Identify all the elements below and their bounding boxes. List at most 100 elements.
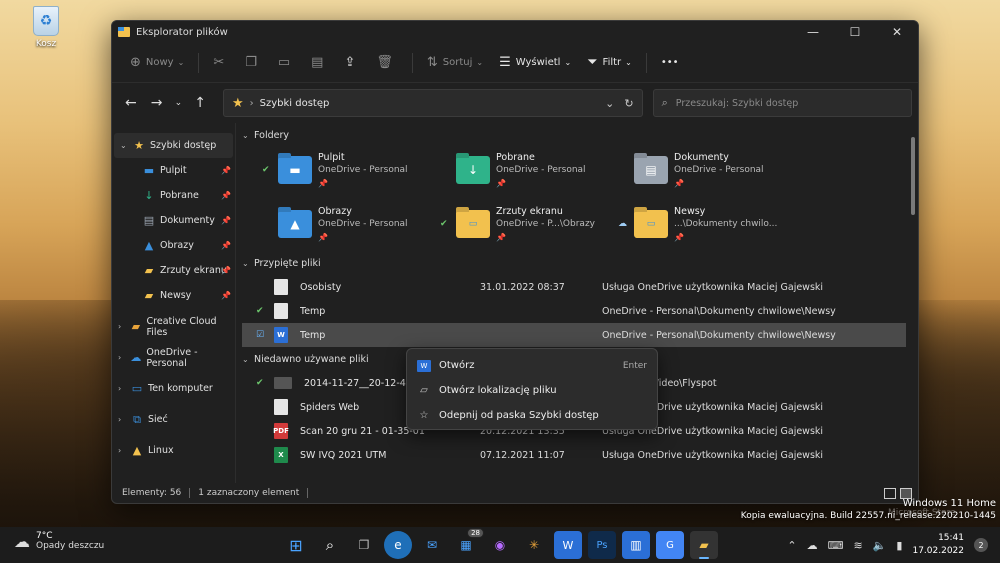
file-name: Osobisty	[300, 281, 342, 293]
task-view-icon[interactable]: ❐	[350, 531, 378, 559]
edge-icon[interactable]: e	[384, 531, 412, 559]
address-bar[interactable]: ★ › Szybki dostęp ⌄ ↻	[222, 89, 643, 117]
copy-button[interactable]: ❐	[237, 48, 270, 78]
folder-tile-pictures[interactable]: ▲ Obrazy OneDrive - Personal 📌	[262, 201, 440, 247]
menu-item-label: Otwórz lokalizację pliku	[439, 385, 557, 396]
menu-item-open[interactable]: W Otwórz Enter	[407, 353, 657, 378]
up-button[interactable]: ↑	[187, 90, 213, 116]
sidebar-item-screenshots[interactable]: ▰ Zrzuty ekranu 📌	[112, 258, 235, 283]
outlook-icon[interactable]: ▦ 28	[452, 528, 484, 559]
notification-count[interactable]: 2	[974, 538, 988, 552]
desktop-icon: ▬	[278, 156, 312, 184]
title-bar[interactable]: Eksplorator plików — ☐ ✕	[112, 21, 918, 43]
menu-item-unpin[interactable]: ☆ Odepnij od paska Szybki dostęp	[407, 403, 657, 428]
chevron-right-icon[interactable]: ›	[118, 384, 130, 393]
file-row-selected[interactable]: ☑ W Temp OneDrive - Personal\Dokumenty c…	[242, 323, 906, 347]
chevron-right-icon[interactable]: ›	[118, 446, 130, 455]
search-input[interactable]	[675, 97, 903, 109]
sidebar-item-creative-cloud[interactable]: › ▰ Creative Cloud Files	[112, 314, 235, 339]
menu-item-label: Otwórz	[439, 360, 475, 371]
sidebar-item-pictures[interactable]: ▲ Obrazy 📌	[112, 233, 235, 258]
start-icon[interactable]: ⊞	[282, 531, 310, 559]
search-icon[interactable]: ⌕	[316, 531, 344, 559]
folder-tile-desktop[interactable]: ✔ ▬ Pulpit OneDrive - Personal 📌	[262, 147, 440, 193]
sidebar-item-this-pc[interactable]: › ▭ Ten komputer	[112, 376, 235, 401]
minimize-button[interactable]: —	[792, 21, 834, 43]
sidebar-item-quick-access[interactable]: ⌄ ★ Szybki dostęp	[114, 133, 233, 158]
view-button[interactable]: ☰ Wyświetl ⌄	[491, 48, 579, 78]
folder-tile-downloads[interactable]: ↓ Pobrane OneDrive - Personal 📌	[440, 147, 618, 193]
plus-circle-icon: ⊕	[130, 55, 141, 70]
more-button[interactable]: •••	[653, 48, 687, 78]
mail-icon[interactable]: ✉	[418, 531, 446, 559]
clock[interactable]: 15:41 17.02.2022	[912, 532, 964, 558]
volume-icon[interactable]: 🔈	[873, 539, 887, 552]
file-row[interactable]: ✔ Temp OneDrive - Personal\Dokumenty chw…	[242, 299, 918, 323]
file-location: OneDrive - Personal\Dokumenty chwilowe\N…	[602, 305, 836, 317]
close-button[interactable]: ✕	[876, 21, 918, 43]
sidebar-item-onedrive[interactable]: › ☁ OneDrive - Personal	[112, 345, 235, 370]
chevron-right-icon[interactable]: ›	[118, 353, 129, 362]
chevron-up-icon[interactable]: ⌃	[787, 539, 796, 552]
sidebar-item-label: Pulpit	[160, 165, 187, 176]
section-title: Foldery	[254, 129, 289, 141]
details-view-icon[interactable]	[884, 487, 896, 499]
sort-button[interactable]: ⇅ Sortuj ⌄	[419, 48, 491, 78]
onedrive-icon[interactable]: ☁	[807, 539, 818, 552]
wifi-icon[interactable]: ≋	[853, 539, 862, 552]
folder-tile-documents[interactable]: ▤ Dokumenty OneDrive - Personal 📌	[618, 147, 796, 193]
share-button[interactable]: ⇪	[336, 48, 368, 78]
maximize-button[interactable]: ☐	[834, 21, 876, 43]
sort-label: Sortuj	[442, 57, 473, 68]
recycle-bin[interactable]: ♻ Kosz	[26, 6, 66, 49]
section-header-folders[interactable]: ⌄ Foldery	[242, 123, 918, 147]
download-icon: ↓	[456, 156, 490, 184]
address-row: ← → ⌄ ↑ ★ › Szybki dostęp ⌄ ↻ ⌕	[112, 83, 918, 123]
trello-icon[interactable]: ▥	[622, 531, 650, 559]
checkbox-icon[interactable]: ☑	[256, 330, 274, 340]
tiles-view-icon[interactable]	[900, 487, 912, 499]
chevron-right-icon[interactable]: ›	[118, 322, 129, 331]
chevron-down-icon[interactable]: ⌄	[120, 141, 132, 150]
folder-location: OneDrive - Personal	[674, 164, 764, 175]
chevron-down-icon[interactable]: ⌄	[605, 97, 614, 110]
sidebar-item-downloads[interactable]: ↓ Pobrane 📌	[112, 183, 235, 208]
filter-button[interactable]: ⏷ Filtr ⌄	[579, 48, 640, 78]
search-box[interactable]: ⌕	[652, 89, 912, 117]
section-header-pinned[interactable]: ⌄ Przypięte pliki	[242, 251, 918, 275]
back-button[interactable]: ←	[118, 90, 144, 116]
sidebar-item-documents[interactable]: ▤ Dokumenty 📌	[112, 208, 235, 233]
file-row[interactable]: X SW IVQ 2021 UTM 07.12.2021 11:07 Usług…	[242, 443, 918, 467]
sync-status-icon: ✔	[256, 378, 264, 388]
file-row[interactable]: Osobisty 31.01.2022 08:37 Usługa OneDriv…	[242, 275, 918, 299]
sidebar-item-linux[interactable]: › ▲ Linux	[112, 438, 235, 463]
sidebar-item-newsy[interactable]: ▰ Newsy 📌	[112, 283, 235, 308]
menu-item-open-location[interactable]: ▱ Otwórz lokalizację pliku	[407, 378, 657, 403]
weather-widget[interactable]: ☁ 7°C Opady deszczu	[14, 531, 104, 551]
battery-icon[interactable]: ▮	[896, 539, 902, 552]
new-button[interactable]: ⊕ Nowy ⌄	[122, 48, 192, 78]
messenger-icon[interactable]: ◉	[486, 531, 514, 559]
forward-button[interactable]: →	[144, 90, 170, 116]
folder-tile-screenshots[interactable]: ✔ ▭ Zrzuty ekranu OneDrive - P...\Obrazy…	[440, 201, 618, 247]
cut-button[interactable]: ✂	[205, 48, 237, 78]
sidebar-item-desktop[interactable]: ▬ Pulpit 📌	[112, 158, 235, 183]
paste-button[interactable]: ▭	[270, 48, 303, 78]
recent-locations-button[interactable]: ⌄	[169, 90, 187, 116]
keyboard-icon[interactable]: ⌨	[828, 539, 844, 552]
chevron-right-icon[interactable]: ›	[118, 415, 130, 424]
word-icon[interactable]: W	[554, 531, 582, 559]
delete-button[interactable]: 🗑	[368, 48, 406, 78]
folder-open-icon: ▱	[420, 385, 428, 396]
scrollbar[interactable]	[911, 137, 915, 215]
item-count: Elementy: 56	[122, 488, 182, 498]
slack-icon[interactable]: ✳	[520, 531, 548, 559]
refresh-icon[interactable]: ↻	[624, 97, 633, 110]
sidebar-item-network[interactable]: › ⧉ Sieć	[112, 407, 235, 432]
rename-button[interactable]: ▤	[303, 48, 336, 78]
translate-icon[interactable]: G	[656, 531, 684, 559]
file-explorer-icon[interactable]: ▰	[690, 531, 718, 559]
photoshop-icon[interactable]: Ps	[588, 531, 616, 559]
folder-tile-newsy[interactable]: ☁ ▭ Newsy ...\Dokumenty chwilo... 📌	[618, 201, 796, 247]
breadcrumb-current[interactable]: Szybki dostęp	[260, 98, 596, 109]
